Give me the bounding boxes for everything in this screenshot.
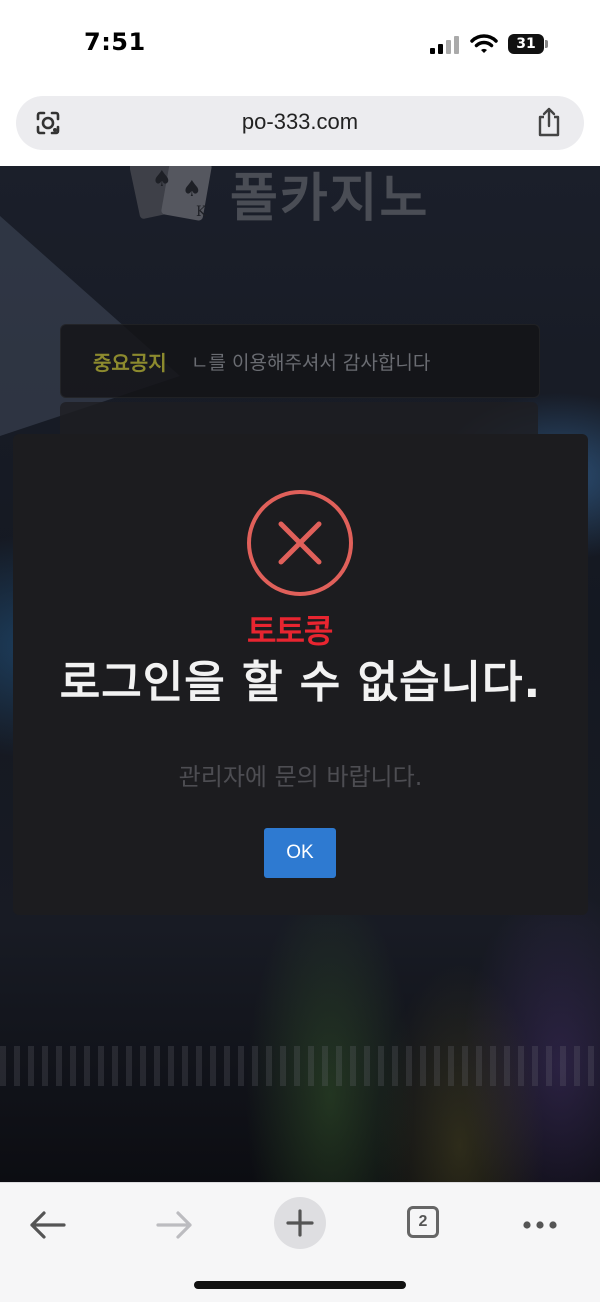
url-text[interactable]: po-333.com — [16, 109, 584, 135]
background-crowd-decoration — [0, 1046, 600, 1086]
status-time: 7:51 — [84, 28, 146, 56]
status-bar: 7:51 31 — [0, 0, 600, 88]
site-logo-text: 폴카지노 — [230, 169, 430, 229]
battery-tip — [545, 40, 548, 48]
svg-text:K: K — [196, 204, 207, 220]
browser-address-area: po-333.com — [0, 88, 600, 166]
error-dialog: 로그인을 할 수 없습니다. 토토콩 관리자에 문의 바랍니다. OK — [13, 434, 588, 915]
error-x-icon — [247, 490, 353, 596]
wifi-icon — [470, 34, 498, 53]
dialog-title: 로그인을 할 수 없습니다. — [59, 657, 542, 708]
new-tab-button[interactable] — [270, 1193, 330, 1253]
notice-label: 중요공지 — [93, 351, 167, 375]
notice-text: ㄴ를 이용해주셔서 감사합니다 — [191, 352, 431, 374]
plus-icon — [286, 1209, 314, 1237]
address-bar[interactable]: po-333.com — [16, 96, 584, 150]
dialog-message: 관리자에 문의 바랍니다. — [178, 763, 423, 791]
notice-bar: 중요공지 ㄴ를 이용해주셔서 감사합니다 — [60, 324, 540, 398]
ok-button[interactable]: OK — [264, 828, 336, 878]
watermark-text: 토토콩 — [247, 612, 333, 650]
battery-level: 31 — [508, 34, 544, 54]
svg-text:♠: ♠ — [152, 167, 172, 192]
home-indicator — [194, 1281, 406, 1289]
forward-arrow-icon[interactable] — [144, 1193, 204, 1253]
cellular-signal-icon — [430, 34, 460, 54]
tab-switcher-button[interactable]: 2 — [394, 1193, 454, 1253]
playing-cards-logo-icon: ♠ ♠ K — [130, 166, 212, 221]
more-options-icon[interactable] — [510, 1193, 570, 1253]
svg-text:♠: ♠ — [182, 177, 202, 202]
tab-count: 2 — [407, 1206, 439, 1238]
back-arrow-icon[interactable] — [18, 1193, 78, 1253]
share-icon[interactable] — [536, 107, 562, 137]
